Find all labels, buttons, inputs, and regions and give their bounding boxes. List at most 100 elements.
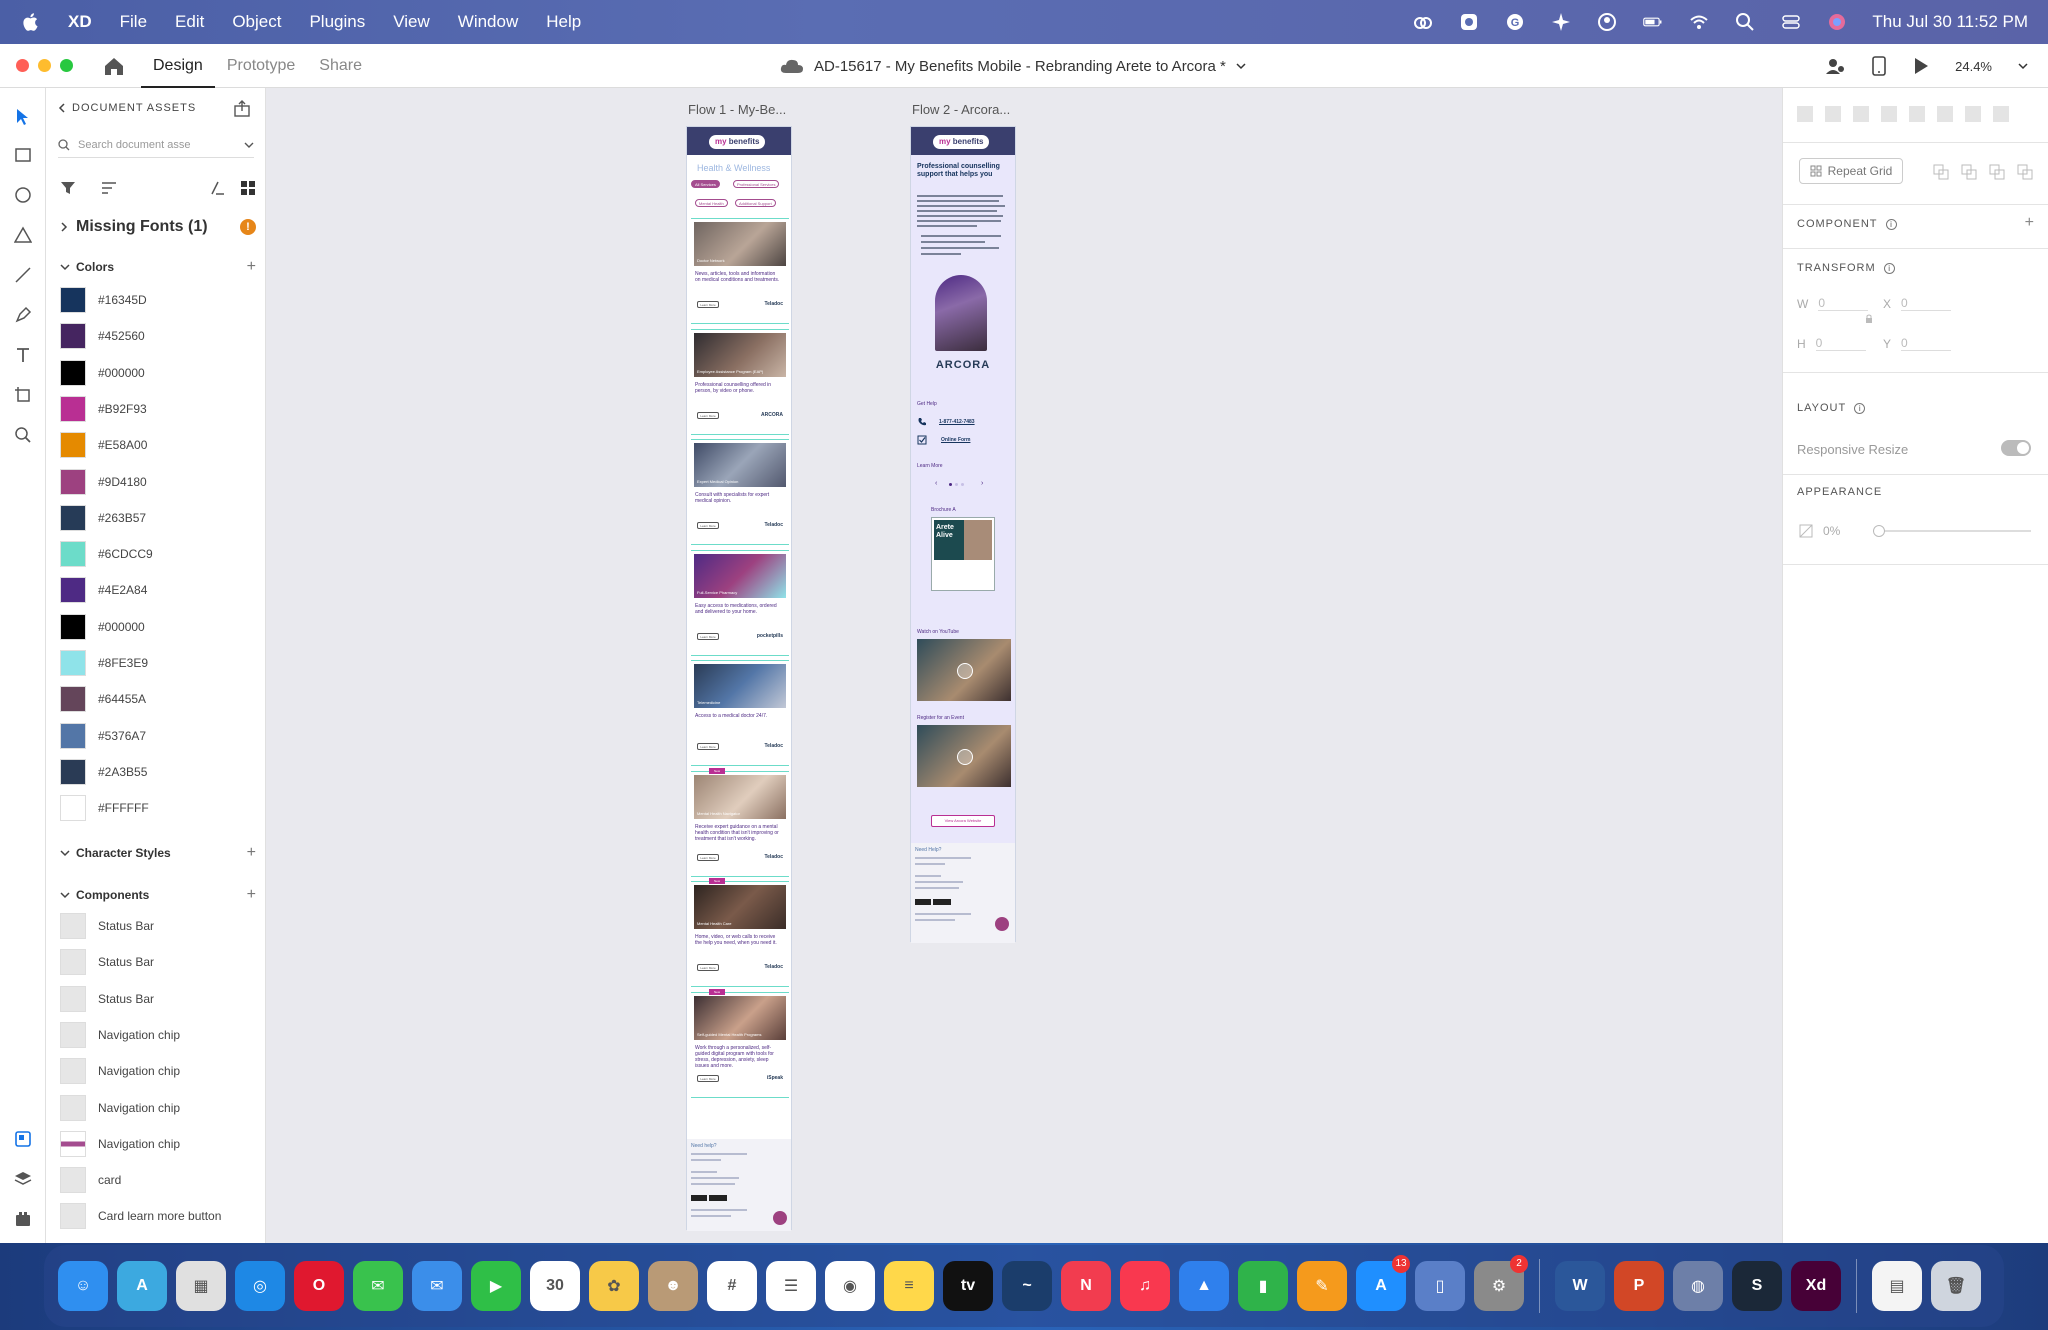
menu-datetime[interactable]: Thu Jul 30 11:52 PM [1872, 12, 2028, 32]
artboard-tool-icon[interactable] [12, 384, 34, 406]
user-account-icon[interactable] [1596, 11, 1618, 33]
carousel-prev-icon[interactable]: ‹ [935, 480, 937, 487]
menu-window[interactable]: Window [458, 12, 518, 32]
colors-section-header[interactable]: Colors + [60, 258, 256, 276]
align-center-icon[interactable] [1937, 106, 1953, 122]
grid-view-icon[interactable] [240, 180, 256, 196]
siri-icon[interactable] [1826, 11, 1848, 33]
lock-aspect-icon[interactable] [1865, 314, 1873, 324]
missing-fonts-row[interactable]: Missing Fonts (1) ! [60, 218, 256, 236]
view-arcora-website-button[interactable]: View Arcora Website [931, 815, 995, 827]
color-asset-row[interactable]: #8FE3E9 [60, 649, 240, 677]
layers-panel-icon[interactable] [12, 1168, 34, 1190]
dock-news-icon[interactable]: N [1061, 1261, 1111, 1311]
color-asset-row[interactable]: #5376A7 [60, 722, 240, 750]
chevron-left-icon[interactable] [58, 103, 66, 113]
color-swatch[interactable] [60, 758, 86, 785]
dock-powerpoint-icon[interactable]: P [1614, 1261, 1664, 1311]
select-tool-icon[interactable] [12, 106, 34, 128]
dock-contacts-icon[interactable]: ☻ [648, 1261, 698, 1311]
control-center-icon[interactable] [1780, 11, 1802, 33]
carousel-dot[interactable] [955, 483, 958, 486]
add-color-icon[interactable]: + [247, 258, 256, 276]
flow2-artboard[interactable]: my benefits Professional counselling sup… [910, 126, 1016, 943]
chip-all-services[interactable]: All Services [691, 180, 720, 188]
responsive-resize-toggle[interactable] [2001, 440, 2031, 456]
card-learn-more-button[interactable]: Learn More [697, 964, 719, 971]
google-play-badge[interactable] [933, 899, 951, 905]
color-asset-row[interactable]: #9D4180 [60, 468, 240, 496]
dock-mail-icon[interactable]: ✉ [412, 1261, 462, 1311]
apple-icon[interactable] [20, 11, 42, 33]
video-thumbnail-1[interactable] [917, 639, 1011, 701]
color-asset-row[interactable]: #16345D [60, 286, 240, 314]
dock-facetime-icon[interactable]: ▶ [471, 1261, 521, 1311]
add-shapes-icon[interactable] [1933, 164, 1949, 180]
color-swatch[interactable] [60, 359, 86, 386]
dock-app-store-icon[interactable]: A 13 [1356, 1255, 1410, 1311]
menu-app-name[interactable]: XD [68, 12, 92, 32]
color-asset-row[interactable]: #452560 [60, 322, 240, 350]
dock-reminders-icon[interactable]: ☰ [766, 1261, 816, 1311]
menu-plugins[interactable]: Plugins [309, 12, 365, 32]
color-swatch[interactable] [60, 577, 86, 604]
app-store-badge[interactable] [691, 1195, 707, 1201]
color-asset-row[interactable]: #6CDCC9 [60, 540, 240, 568]
align-left-icon[interactable] [1909, 106, 1925, 122]
list-view-icon[interactable] [210, 180, 226, 196]
dock-safari-icon[interactable]: ◎ [235, 1261, 285, 1311]
phone-number-link[interactable]: 1-877-412-7483 [939, 419, 975, 425]
info-icon[interactable]: i [1883, 262, 1895, 274]
opacity-slider-knob[interactable] [1873, 525, 1885, 537]
play-icon[interactable] [957, 749, 973, 765]
dock-automator-icon[interactable]: ◍ [1673, 1261, 1723, 1311]
x-field[interactable]: X0 [1883, 296, 1952, 311]
color-asset-row[interactable]: #E58A00 [60, 431, 240, 459]
color-swatch[interactable] [60, 323, 86, 350]
exclude-shapes-icon[interactable] [2017, 164, 2033, 180]
document-title-area[interactable]: AD-15617 - My Benefits Mobile - Rebrandi… [780, 44, 1246, 88]
dock-opera-icon[interactable]: O [294, 1261, 344, 1311]
brochure-thumbnail[interactable]: Arete Alive [931, 517, 995, 591]
flow1-artboard[interactable]: my benefits Health & Wellness All Servic… [686, 126, 792, 1231]
dock-calendar-icon[interactable]: 30 [530, 1261, 580, 1311]
chip-additional-support[interactable]: Additional Support [735, 199, 776, 207]
zoom-level[interactable]: 24.4% [1955, 59, 1992, 74]
service-card[interactable]: Mental Health Navigator New Receive expert… [691, 767, 789, 877]
service-card[interactable]: Doctor Network News, articles, tools and … [691, 218, 789, 324]
align-top-icon[interactable] [1797, 106, 1813, 122]
color-asset-row[interactable]: #000000 [60, 613, 240, 641]
menu-file[interactable]: File [120, 12, 147, 32]
component-asset-row[interactable]: Navigation chip [60, 1130, 240, 1158]
assets-search-input[interactable]: Search document asse [58, 132, 254, 158]
service-card[interactable]: Mental Health Care New Home, video, or web… [691, 878, 789, 987]
chip-professional-services[interactable]: Professional Services [733, 180, 780, 188]
color-swatch[interactable] [60, 541, 86, 568]
chip-mental-health[interactable]: Mental Health [695, 199, 728, 207]
video-thumbnail-2[interactable] [917, 725, 1011, 787]
dock-system-settings-icon[interactable]: ⚙ 2 [1474, 1255, 1528, 1311]
color-swatch[interactable] [60, 722, 86, 749]
components-header[interactable]: Components + [60, 886, 256, 904]
component-asset-row[interactable]: card [60, 1166, 240, 1194]
dock-freeform-icon[interactable]: ~ [1002, 1261, 1052, 1311]
assets-header[interactable]: DOCUMENT ASSETS [58, 102, 196, 114]
dock-photos-icon[interactable]: ✿ [589, 1261, 639, 1311]
pen-tool-icon[interactable] [12, 304, 34, 326]
intersect-shapes-icon[interactable] [1989, 164, 2005, 180]
card-learn-more-button[interactable]: Learn More [697, 411, 719, 419]
subtract-shapes-icon[interactable] [1961, 164, 1977, 180]
carousel-dot[interactable] [961, 483, 964, 486]
opacity-slider[interactable] [1873, 525, 2031, 537]
screen-capture-icon[interactable] [1458, 11, 1480, 33]
height-field[interactable]: H0 [1797, 336, 1866, 351]
width-field[interactable]: W0 [1797, 296, 1869, 311]
card-learn-more-button[interactable]: Learn More [697, 522, 719, 529]
zoom-chevron-icon[interactable] [2018, 62, 2028, 70]
creative-cloud-icon[interactable] [1412, 11, 1434, 33]
service-card[interactable]: Expert Medical Opinion Consult with speci… [691, 439, 789, 545]
play-preview-icon[interactable] [1913, 57, 1929, 75]
battery-icon[interactable] [1642, 11, 1664, 33]
dock-keynote-icon[interactable]: ▲ [1179, 1261, 1229, 1311]
add-character-style-icon[interactable]: + [247, 844, 256, 862]
